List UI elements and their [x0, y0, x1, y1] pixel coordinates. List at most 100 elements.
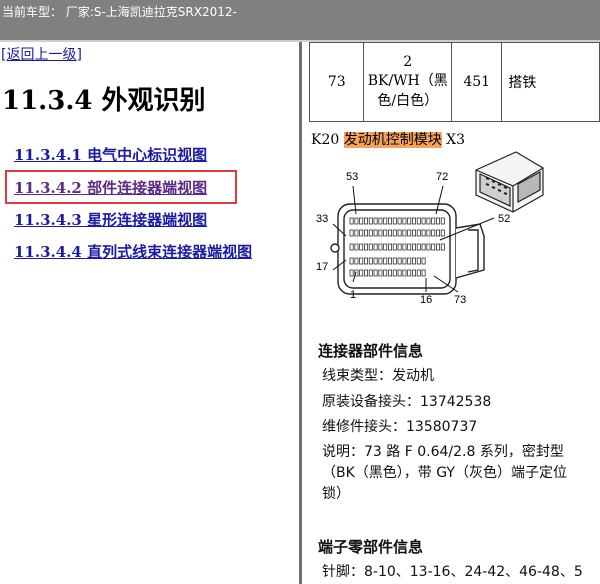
pin-cavity	[402, 229, 407, 237]
pin-cavity	[416, 217, 421, 225]
pin-cavity	[383, 257, 388, 265]
pin-cavity	[435, 229, 440, 237]
pin-cavity	[416, 269, 421, 277]
pin-cavity	[364, 257, 369, 265]
pin-cavity	[397, 243, 402, 251]
pin-cavity	[388, 257, 393, 265]
pin-cavity	[368, 229, 373, 237]
pin-cavity	[373, 217, 378, 225]
pin-cavity	[368, 269, 373, 277]
pin-cavity	[392, 269, 397, 277]
vehicle-title: 当前车型： 厂家:S-上海凯迪拉克SRX2012-	[2, 5, 237, 19]
pin-cavity	[359, 269, 364, 277]
pin-cavity	[421, 243, 426, 251]
pin-cavity	[392, 257, 397, 265]
pin-cavity	[431, 217, 436, 225]
wire-color-code: 2	[403, 54, 413, 70]
pin-cavity	[397, 269, 402, 277]
pin-cavity	[402, 243, 407, 251]
pin-cavity	[416, 229, 421, 237]
pin-cavity	[359, 229, 364, 237]
selection-highlight-box	[5, 170, 237, 204]
function-cell: 搭铁	[501, 42, 600, 122]
connector-end-view-diagram: 53 72 33 52 17 1 16 73	[316, 151, 544, 306]
title-bar: 当前车型： 厂家:S-上海凯迪拉克SRX2012-	[0, 0, 600, 42]
oem-connector: 原装设备接头：13742538	[322, 394, 492, 410]
pin-cavity	[349, 243, 354, 251]
pin-cavity	[402, 217, 407, 225]
pin-cavity	[421, 229, 426, 237]
pin-cavity	[407, 269, 412, 277]
pin-cavity	[407, 217, 412, 225]
pin-cavity	[412, 257, 417, 265]
terminal-table: 73 2 BK/WH（黑 色/白色） 451 搭铁	[308, 42, 600, 122]
pin-label-1: 1	[350, 289, 356, 301]
wire-color-desc-1: BK/WH（黑	[367, 73, 448, 89]
pin-cavity	[378, 229, 383, 237]
pin-cavity	[383, 243, 388, 251]
description-line-1: 说明：73 路 F 0.64/2.8 系列，密封型	[322, 444, 564, 460]
pin-cavity	[407, 257, 412, 265]
pin-cavity	[354, 243, 359, 251]
pin-cavity	[412, 269, 417, 277]
left-nav-pane: [返回上一级] 11.3.4 外观识别 11.3.4.1 电气中心标识视图 11…	[0, 42, 300, 584]
pin-cavity	[416, 243, 421, 251]
pin-cavity	[364, 217, 369, 225]
pin-cavity	[383, 217, 388, 225]
wire-color-desc-2: 色/白色）	[377, 93, 439, 109]
pin-cavity	[364, 243, 369, 251]
pin-cavity	[421, 269, 426, 277]
pin-cavity	[426, 243, 431, 251]
pin-cavity	[373, 229, 378, 237]
page-title: 11.3.4 外观识别	[2, 86, 206, 116]
pin-cavity	[349, 229, 354, 237]
pin-cavity	[426, 217, 431, 225]
pin-cavity	[416, 257, 421, 265]
description-line-2: （BK（黑色），带 GY（灰色）端子定位	[322, 465, 567, 481]
pin-cavity	[440, 217, 445, 225]
pin-label-52: 52	[498, 213, 510, 225]
pin-cavity	[440, 243, 445, 251]
pin-cavity	[359, 243, 364, 251]
pin-cavity	[440, 229, 445, 237]
pin-cavity	[373, 269, 378, 277]
pin-cavity	[383, 269, 388, 277]
pin-label-17: 17	[316, 261, 328, 273]
pin-label-33: 33	[316, 213, 328, 225]
pin-cavity	[359, 217, 364, 225]
pin-cavity	[426, 229, 431, 237]
pin-cavity	[435, 217, 440, 225]
pin-label-53: 53	[346, 171, 358, 183]
pin-cavity	[368, 243, 373, 251]
pin-cavity	[431, 229, 436, 237]
pin-cavity	[364, 229, 369, 237]
pin-cavity	[368, 257, 373, 265]
connector-parts-info-title: 连接器部件信息	[318, 342, 424, 360]
pin-cavity	[383, 229, 388, 237]
pin-cavity	[431, 243, 436, 251]
link-electrical-center-view[interactable]: 11.3.4.1 电气中心标识视图	[14, 144, 207, 165]
pin-cavity	[359, 257, 364, 265]
terminal-parts-info-title: 端子零部件信息	[318, 538, 424, 556]
terminal-pins-line: 针脚：8-10、13-16、24-42、46-48、5	[322, 564, 583, 580]
pin-cavity	[354, 229, 359, 237]
pin-cavity	[349, 269, 354, 277]
pin-label-72: 72	[436, 171, 448, 183]
pin-cavity	[364, 269, 369, 277]
pin-cavity	[378, 217, 383, 225]
link-star-connector-view[interactable]: 11.3.4.3 星形连接器端视图	[14, 209, 207, 230]
pin-cavity	[397, 217, 402, 225]
pin-cavity	[412, 217, 417, 225]
pin-cavity	[421, 257, 426, 265]
back-link[interactable]: [返回上一级]	[1, 44, 82, 64]
pin-label-73: 73	[454, 294, 466, 306]
pin-cavity	[397, 257, 402, 265]
pin-cavity	[378, 257, 383, 265]
pin-cavity	[354, 217, 359, 225]
pin-cavity	[412, 229, 417, 237]
pin-cavity	[407, 243, 412, 251]
pin-cavity	[412, 243, 417, 251]
right-content-pane: 73 2 BK/WH（黑 色/白色） 451 搭铁 K20 发动机控制模块 X3	[302, 42, 600, 584]
pin-cavity	[388, 229, 393, 237]
link-inline-harness-connector-view[interactable]: 11.3.4.4 直列式线束连接器端视图	[14, 241, 252, 262]
